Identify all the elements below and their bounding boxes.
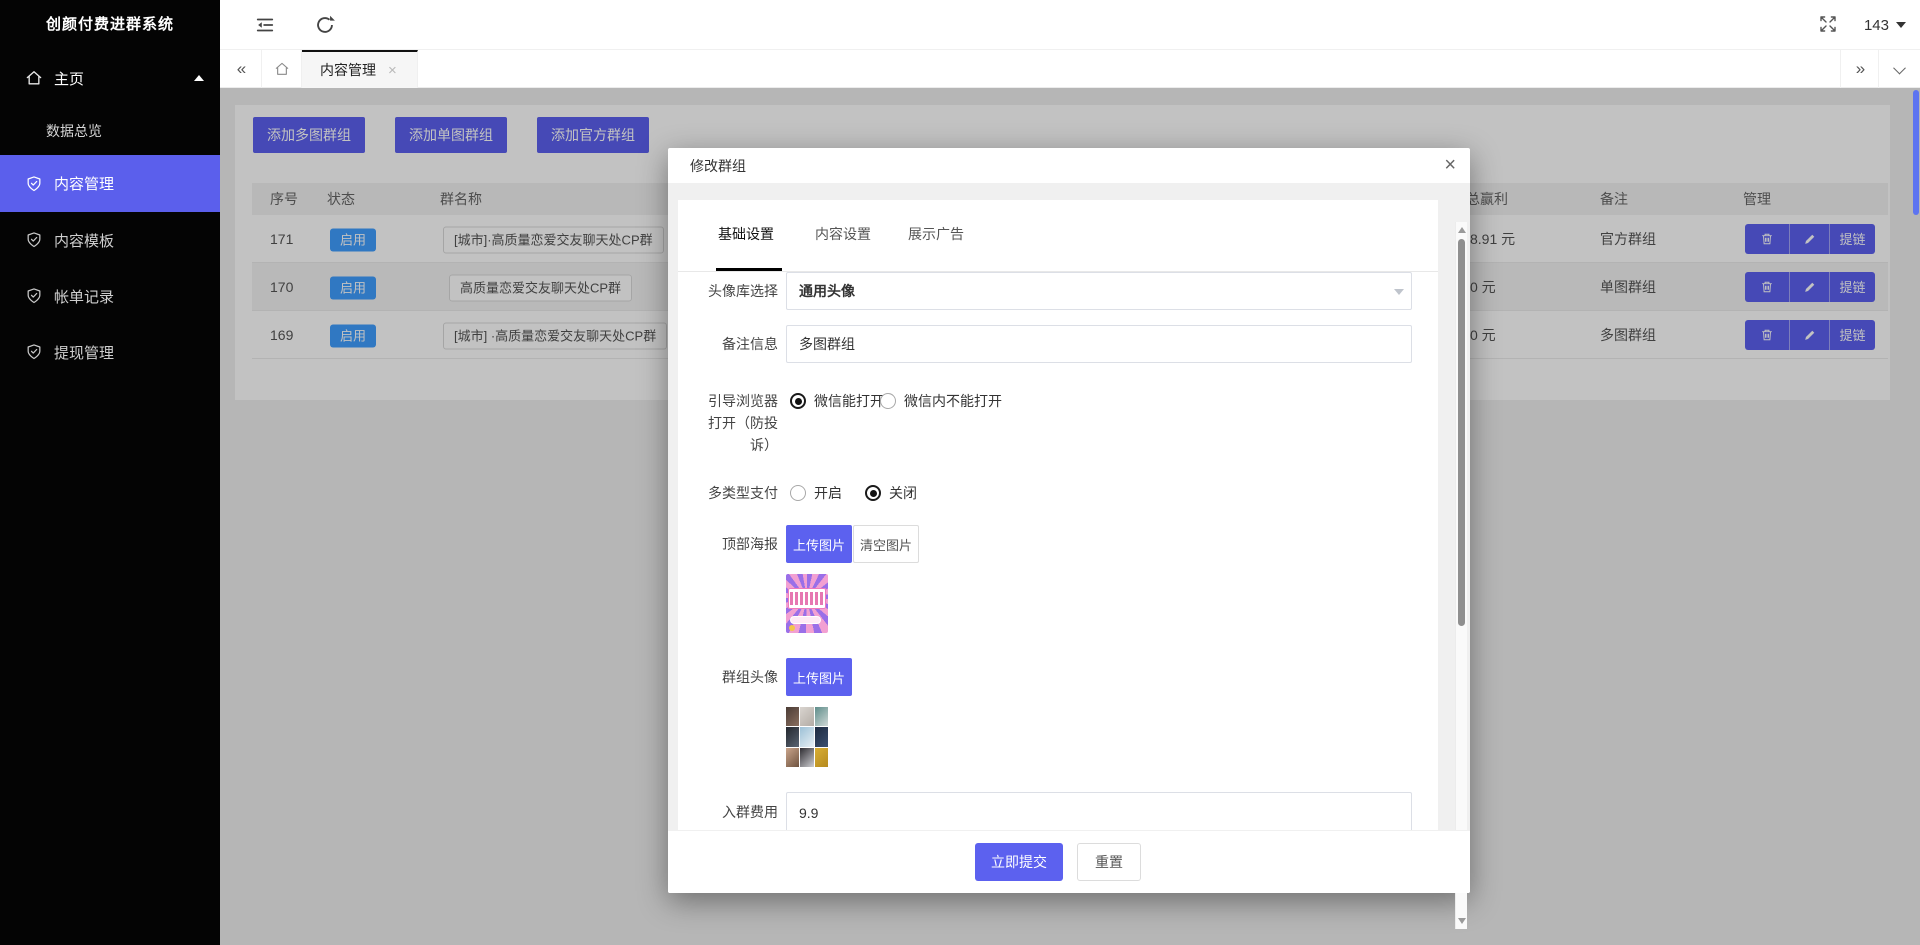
shield-check-icon xyxy=(24,174,44,194)
sidebar-item-data-overview[interactable]: 数据总览 xyxy=(0,106,220,155)
sidebar-item-withdrawal-management[interactable]: 提现管理 xyxy=(0,324,220,380)
modal-footer: 立即提交 重置 xyxy=(668,830,1470,893)
avatar-cell xyxy=(815,707,828,726)
shield-check-icon xyxy=(24,286,44,306)
sidebar-item-billing-records[interactable]: 帐单记录 xyxy=(0,268,220,324)
tab-label: 内容管理 xyxy=(320,60,376,80)
tab-basic-settings[interactable]: 基础设置 xyxy=(718,215,774,253)
avatar-library-select[interactable]: 通用头像 xyxy=(786,272,1412,310)
modal-header: 修改群组 × xyxy=(668,148,1470,184)
edit-group-modal: 修改群组 × 基础设置 内容设置 展示广告 头像库选择 通用头像 备注信息 多图… xyxy=(668,148,1470,893)
avatar-cell xyxy=(786,727,799,746)
modal-form-card: 基础设置 内容设置 展示广告 头像库选择 通用头像 备注信息 多图群组 引导浏览… xyxy=(678,200,1438,830)
sidebar-item-content-template[interactable]: 内容模板 xyxy=(0,212,220,268)
radio-wechat-cannot-open[interactable]: 微信内不能打开 xyxy=(880,392,1002,410)
radio-multi-pay-off[interactable]: 关闭 xyxy=(865,484,917,502)
home-tab[interactable] xyxy=(262,50,302,88)
radio-unselected-icon xyxy=(880,393,896,409)
modal-scrollbar-thumb[interactable] xyxy=(1458,239,1465,626)
page-zoom-dropdown[interactable]: 143 xyxy=(1864,0,1906,50)
reset-button[interactable]: 重置 xyxy=(1077,843,1141,881)
poster-title-band xyxy=(788,588,826,609)
radio-unselected-icon xyxy=(790,485,806,501)
tabs-scroll-left-button[interactable]: « xyxy=(220,50,262,88)
tab-display-ads[interactable]: 展示广告 xyxy=(908,215,964,253)
avatar-cell xyxy=(786,748,799,767)
sidebar: 创颜付费进群系统 主页 数据总览 内容管理 内容模板 xyxy=(0,0,220,945)
sidebar-item-label: 数据总览 xyxy=(46,121,102,141)
radio-label: 关闭 xyxy=(889,483,917,503)
sidebar-item-label: 主页 xyxy=(54,68,84,89)
group-avatar-thumbnail[interactable] xyxy=(786,707,828,767)
modal-body: 基础设置 内容设置 展示广告 头像库选择 通用头像 备注信息 多图群组 引导浏览… xyxy=(668,184,1470,830)
submit-button[interactable]: 立即提交 xyxy=(975,843,1063,881)
tab-close-icon[interactable]: × xyxy=(388,62,397,79)
page-zoom-value: 143 xyxy=(1864,17,1889,34)
remark-label: 备注信息 xyxy=(678,325,778,363)
chevron-down-icon xyxy=(1893,61,1906,74)
group-avatar-label: 群组头像 xyxy=(678,658,778,696)
browser-guide-label: 引导浏览器打开（防投诉） xyxy=(678,390,778,456)
sidebar-item-label: 内容管理 xyxy=(54,173,114,194)
poster-subtitle-pill xyxy=(790,616,821,624)
app-title: 创颜付费进群系统 xyxy=(0,0,220,50)
sidebar-item-content-management[interactable]: 内容管理 xyxy=(0,155,220,212)
avatar-library-label: 头像库选择 xyxy=(678,272,778,310)
avatar-cell xyxy=(815,748,828,767)
tabs-dropdown-button[interactable] xyxy=(1878,50,1920,88)
sidebar-item-label: 提现管理 xyxy=(54,342,114,363)
join-fee-input[interactable]: 9.9 xyxy=(786,792,1412,830)
tab-content-settings[interactable]: 内容设置 xyxy=(815,215,871,253)
collapse-sidebar-icon[interactable] xyxy=(254,14,276,36)
scroll-up-arrow-icon[interactable] xyxy=(1458,227,1466,233)
radio-multi-pay-on[interactable]: 开启 xyxy=(790,484,842,502)
modal-scrollbar[interactable] xyxy=(1455,222,1467,929)
tab-bar: « 内容管理 × » xyxy=(220,50,1920,88)
app-root: 创颜付费进群系统 主页 数据总览 内容管理 内容模板 xyxy=(0,0,1920,945)
chevron-up-icon xyxy=(194,75,204,81)
poster-decoration-dot xyxy=(789,625,795,631)
upload-avatar-button[interactable]: 上传图片 xyxy=(786,658,852,696)
modal-tabs: 基础设置 内容设置 展示广告 xyxy=(678,215,1438,256)
page-scrollbar-thumb[interactable] xyxy=(1913,90,1919,215)
join-fee-label: 入群费用 xyxy=(678,792,778,830)
sidebar-item-label: 帐单记录 xyxy=(54,286,114,307)
remark-input[interactable]: 多图群组 xyxy=(786,325,1412,363)
fullscreen-icon[interactable] xyxy=(1818,14,1840,36)
radio-label: 开启 xyxy=(814,483,842,503)
radio-selected-icon xyxy=(790,393,806,409)
avatar-cell xyxy=(800,748,813,767)
top-poster-label: 顶部海报 xyxy=(678,525,778,563)
tab-content-management[interactable]: 内容管理 × xyxy=(302,50,418,88)
home-icon xyxy=(273,60,291,78)
close-icon[interactable]: × xyxy=(1444,153,1456,177)
shield-check-icon xyxy=(24,342,44,362)
radio-selected-icon xyxy=(865,485,881,501)
sidebar-item-home[interactable]: 主页 xyxy=(0,50,220,106)
clear-poster-button[interactable]: 清空图片 xyxy=(853,525,919,563)
scroll-down-arrow-icon[interactable] xyxy=(1458,918,1466,924)
tabs-scroll-right-button[interactable]: » xyxy=(1840,50,1878,88)
select-caret-icon xyxy=(1394,289,1404,295)
upload-poster-button[interactable]: 上传图片 xyxy=(786,525,852,563)
top-header-bar: 143 xyxy=(220,0,1920,50)
sidebar-item-label: 内容模板 xyxy=(54,230,114,251)
avatar-cell xyxy=(786,707,799,726)
refresh-icon[interactable] xyxy=(314,14,336,36)
radio-wechat-can-open[interactable]: 微信能打开 xyxy=(790,392,884,410)
modal-title: 修改群组 xyxy=(690,148,746,184)
radio-label: 微信内不能打开 xyxy=(904,391,1002,411)
avatar-cell xyxy=(815,727,828,746)
caret-down-icon xyxy=(1896,22,1906,28)
poster-thumbnail[interactable] xyxy=(786,574,828,633)
multi-pay-label: 多类型支付 xyxy=(678,484,778,502)
avatar-cell xyxy=(800,707,813,726)
avatar-cell xyxy=(800,727,813,746)
home-icon xyxy=(24,68,44,88)
radio-label: 微信能打开 xyxy=(814,391,884,411)
shield-check-icon xyxy=(24,230,44,250)
